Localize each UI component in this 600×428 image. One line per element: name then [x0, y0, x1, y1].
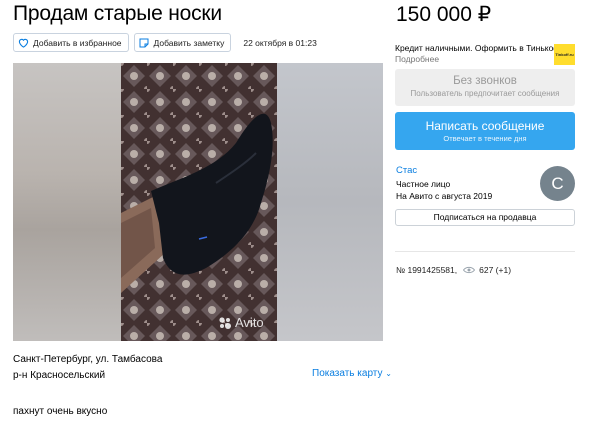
listing-photo[interactable]: [121, 63, 277, 341]
credit-more-link[interactable]: Подробнее: [395, 54, 439, 64]
listing-title: Продам старые носки: [13, 2, 222, 25]
show-map-label: Показать карту: [312, 368, 383, 379]
write-message-label: Написать сообщение: [425, 119, 545, 133]
photo-blur-left: [13, 63, 121, 341]
note-icon: [139, 37, 150, 48]
listing-description: пахнут очень вкусно: [13, 406, 108, 417]
no-calls-subtitle: Пользователь предпочитает сообщения: [410, 89, 560, 98]
listing-date: 22 октября в 01:23: [243, 37, 317, 48]
avito-watermark-text: Avito: [235, 315, 264, 330]
add-to-favorites-button[interactable]: Добавить в избранное: [13, 33, 129, 52]
add-note-button[interactable]: Добавить заметку: [133, 33, 232, 52]
add-to-favorites-label: Добавить в избранное: [33, 37, 122, 48]
address: Санкт-Петербург, ул. Тамбасова: [13, 354, 163, 365]
listing-meta: № 1991425581, 627 (+1): [396, 265, 511, 275]
no-calls-notice: Без звонков Пользователь предпочитает со…: [395, 69, 575, 106]
listing-location: Санкт-Петербург, ул. Тамбасова р-н Красн…: [13, 352, 162, 384]
seller-since: На Авито с августа 2019: [396, 191, 493, 201]
avito-logo-icon: [219, 316, 231, 329]
photo-blur-right: [277, 63, 383, 341]
chevron-down-icon: ⌄: [385, 369, 392, 378]
tinkoff-logo-text: Tinkoff.ru: [555, 52, 574, 57]
listing-number: № 1991425581,: [396, 265, 458, 275]
avito-watermark: Avito: [218, 315, 264, 330]
no-calls-title: Без звонков: [453, 75, 517, 87]
seller-info: Стас Частное лицо На Авито с августа 201…: [396, 165, 492, 202]
divider: [395, 251, 575, 252]
seller-name-link[interactable]: Стас: [396, 165, 492, 177]
credit-offer-text: Кредит наличными. Оформить в Тинькофф.: [395, 43, 570, 53]
subscribe-seller-button[interactable]: Подписаться на продавца: [395, 209, 575, 226]
heart-icon: [18, 37, 29, 48]
photo-gallery[interactable]: Avito: [13, 63, 383, 341]
avatar-letter: С: [551, 173, 564, 193]
reply-time-label: Отвечает в течение дня: [443, 134, 527, 143]
show-map-link[interactable]: Показать карту ⌄: [312, 368, 392, 379]
tinkoff-logo[interactable]: Tinkoff.ru: [554, 44, 575, 65]
credit-offer[interactable]: Кредит наличными. Оформить в Тинькофф. П…: [395, 43, 575, 65]
add-note-label: Добавить заметку: [153, 37, 225, 48]
write-message-button[interactable]: Написать сообщение Отвечает в течение дн…: [395, 112, 575, 150]
eye-icon: [463, 266, 476, 274]
seller-avatar[interactable]: С: [540, 166, 575, 201]
listing-price: 150 000 ₽: [396, 3, 492, 26]
district: р-н Красносельский: [13, 370, 106, 381]
views-count: 627 (+1): [479, 265, 512, 275]
listing-actions: Добавить в избранное Добавить заметку 22…: [13, 33, 317, 52]
seller-type: Частное лицо: [396, 179, 451, 189]
